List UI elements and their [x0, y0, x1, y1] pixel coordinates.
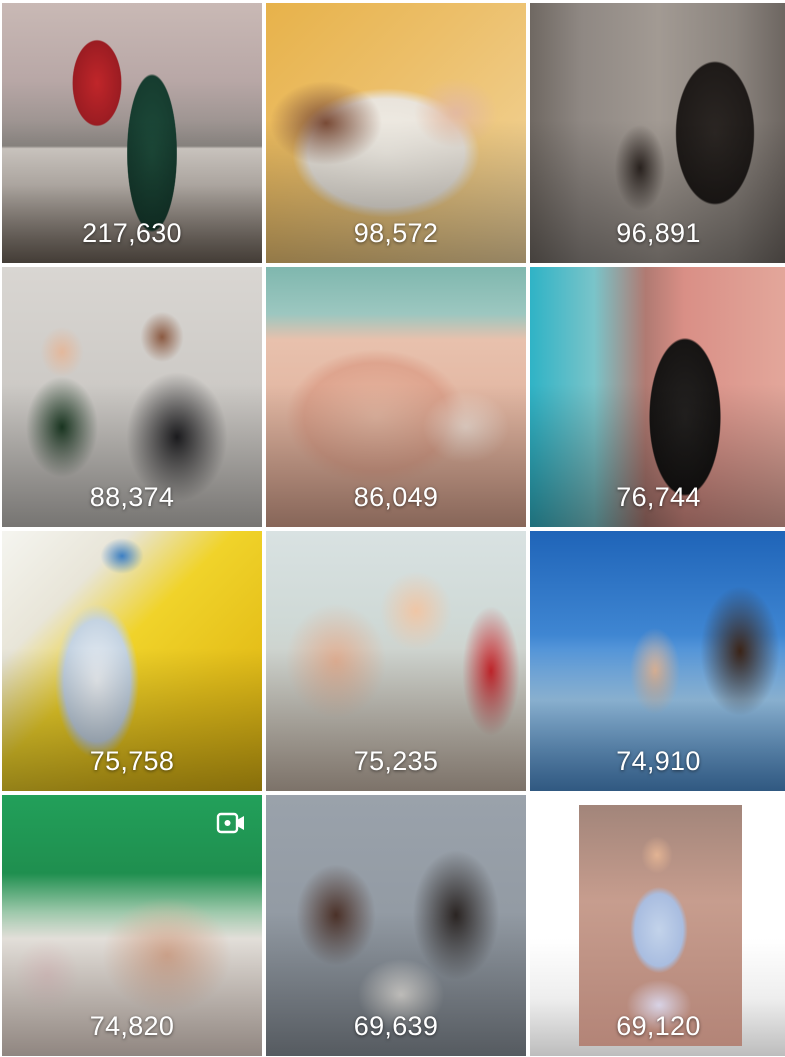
engagement-count: 69,639	[353, 1011, 439, 1041]
engagement-count: 74,820	[89, 1011, 175, 1041]
video-icon	[216, 812, 244, 834]
engagement-count: 75,235	[353, 746, 439, 776]
post-tile[interactable]: 75,235	[266, 531, 526, 791]
post-tile[interactable]: 69,639	[266, 795, 526, 1056]
engagement-count: 76,744	[616, 482, 701, 512]
post-tile[interactable]: 88,374	[2, 267, 262, 527]
post-tile[interactable]: 217,630	[2, 3, 262, 263]
engagement-count: 88,374	[89, 482, 175, 512]
engagement-count: 69,120	[616, 1011, 701, 1041]
post-tile[interactable]: 98,572	[266, 3, 526, 263]
post-tile[interactable]: 69,120	[530, 795, 785, 1056]
post-grid: 217,630 98,572 96,891 88,374 86,049 76,7…	[0, 0, 785, 1057]
post-tile[interactable]: 75,758	[2, 531, 262, 791]
post-tile[interactable]: 96,891	[530, 3, 785, 263]
post-tile[interactable]: 74,820	[2, 795, 262, 1056]
post-tile[interactable]: 86,049	[266, 267, 526, 527]
post-tile[interactable]: 74,910	[530, 531, 785, 791]
engagement-count: 86,049	[353, 482, 439, 512]
engagement-count: 217,630	[82, 218, 182, 248]
post-tile[interactable]: 76,744	[530, 267, 785, 527]
engagement-count: 98,572	[353, 218, 439, 248]
engagement-count: 74,910	[616, 746, 701, 776]
engagement-count: 96,891	[616, 218, 701, 248]
engagement-count: 75,758	[89, 746, 175, 776]
